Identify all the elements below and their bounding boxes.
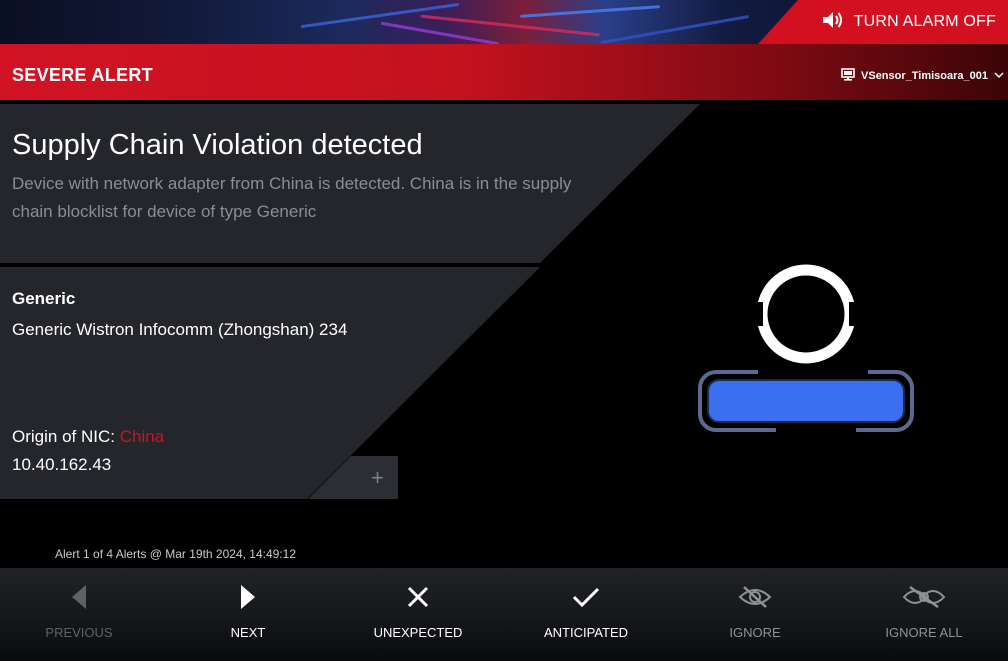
unexpected-label: UNEXPECTED (373, 625, 463, 640)
previous-label: PREVIOUS (45, 625, 113, 640)
alert-summary-card: Supply Chain Violation detected Device w… (0, 104, 700, 263)
plus-icon: + (371, 465, 384, 490)
sensor-name: VSensor_Timisoara_001 (861, 70, 988, 82)
double-eye-slash-icon (840, 584, 1008, 612)
nic-origin-value: China (119, 427, 165, 446)
triangle-left-icon (0, 584, 163, 612)
severity-bar: SEVERE ALERT VSensor_Timisoara_001 (0, 44, 1008, 100)
unexpected-button[interactable]: UNEXPECTED (334, 568, 502, 661)
device-model: Generic Wistron Infocomm (Zhongshan) 234 (12, 320, 348, 339)
device-info-card: Generic Generic Wistron Infocomm (Zhongs… (0, 267, 540, 499)
device-illustration (696, 262, 916, 442)
ignore-button[interactable]: IGNORE (671, 568, 839, 661)
turn-alarm-off-button[interactable]: TURN ALARM OFF (758, 0, 1008, 44)
severity-label: SEVERE ALERT (12, 65, 153, 85)
ignore-all-button[interactable]: IGNORE ALL (840, 568, 1008, 661)
nic-origin-label: Origin of NIC: (12, 427, 115, 446)
nic-origin: Origin of NIC: China (12, 427, 164, 447)
eye-slash-icon (671, 584, 839, 612)
chevron-down-icon (994, 70, 1004, 82)
ignore-all-label: IGNORE ALL (885, 625, 963, 640)
previous-button[interactable]: PREVIOUS (0, 568, 163, 661)
next-button[interactable]: NEXT (164, 568, 332, 661)
x-icon (334, 584, 502, 612)
anticipated-label: ANTICIPATED (543, 625, 629, 640)
device-ip: 10.40.162.43 (12, 455, 112, 474)
triangle-right-icon (164, 584, 332, 612)
device-type: Generic (12, 289, 76, 308)
banner-decoration (520, 5, 660, 18)
alert-counter: Alert 1 of 4 Alerts @ Mar 19th 2024, 14:… (55, 547, 296, 561)
network-sensor-icon (841, 68, 855, 84)
speaker-icon (822, 10, 844, 35)
sensor-selector[interactable]: VSensor_Timisoara_001 (841, 68, 1004, 84)
banner-decoration (380, 21, 500, 44)
turn-alarm-off-label: TURN ALARM OFF (853, 13, 996, 30)
anticipated-button[interactable]: ANTICIPATED (502, 568, 670, 661)
alert-title: Supply Chain Violation detected (12, 129, 423, 161)
banner-decoration (600, 14, 750, 44)
header-banner: TURN ALARM OFF (0, 0, 1008, 44)
next-label: NEXT (230, 625, 266, 640)
ignore-label: IGNORE (729, 625, 781, 640)
alert-description: Device with network adapter from China i… (12, 174, 572, 221)
action-bar: PREVIOUS NEXT UNEXPECTED ANTICIPATED IGN… (0, 568, 1008, 661)
checkmark-icon (502, 584, 670, 612)
